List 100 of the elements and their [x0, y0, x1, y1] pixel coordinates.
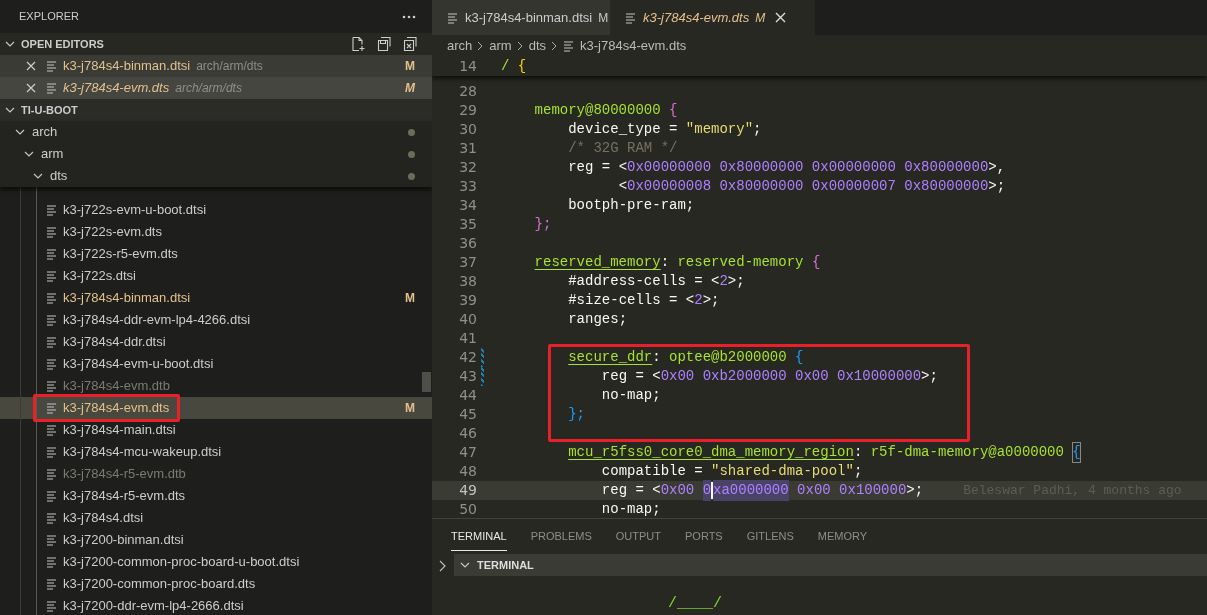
file-lines-icon: [46, 60, 58, 72]
file-lines-icon: [46, 578, 58, 590]
file-item[interactable]: k3-j7200-ddr-evm-lp4-2666.dtsi: [0, 595, 432, 615]
line-number: 39: [458, 291, 477, 310]
line-number: 30: [458, 120, 477, 139]
file-item[interactable]: k3-j722s-evm.dts: [0, 221, 432, 243]
line-number: 32: [458, 158, 477, 177]
more-icon: [402, 14, 416, 19]
file-lines-icon: [46, 336, 58, 348]
sidebar-title: EXPLORER: [19, 9, 79, 25]
file-lines-icon: [563, 40, 576, 52]
file-name: k3-j784s4-binman.dtsi: [63, 57, 191, 76]
modified-label: M: [405, 80, 415, 97]
file-lines-icon: [46, 446, 58, 458]
panel-tab[interactable]: MEMORY: [817, 527, 868, 551]
file-lines-icon: [46, 534, 58, 546]
code-line: reg = <0x00 0 xa0000000 0x00 0x100000>;: [501, 480, 924, 501]
file-item[interactable]: k3-j784s4-ddr-evm-lp4-4266.dtsi: [0, 309, 432, 331]
editor-tab[interactable]: k3-j784s4-evm.dts M: [610, 0, 815, 35]
file-item[interactable]: k3-j784s4-binman.dtsi M: [0, 287, 432, 309]
chevron-right-icon: [439, 560, 447, 572]
panel-tab[interactable]: GITLENS: [746, 527, 794, 551]
code-line: reg = <0x00000000 0x80000000 0x00000000 0x80000000>,: [567, 158, 1006, 177]
code-line: reserved_memory: reserved-memory {: [533, 253, 821, 272]
code-line: reg = <0x00 0xb2000000 0x00 0x10000000>;: [600, 367, 938, 386]
file-item[interactable]: k3-j784s4-evm.dts M: [0, 397, 432, 419]
chevron-right-icon: [477, 41, 485, 51]
line-number: 35: [458, 215, 477, 234]
folder-item[interactable]: arch: [0, 121, 432, 143]
save-all-icon: [376, 36, 392, 52]
file-item[interactable]: k3-j7200-common-proc-board.dts: [0, 573, 432, 595]
code-line: no-map;: [600, 500, 661, 518]
modified-label: M: [405, 400, 415, 417]
file-item[interactable]: k3-j722s.dtsi: [0, 265, 432, 287]
code-line: /* 32G RAM */: [567, 139, 678, 158]
line-number: 48: [458, 462, 477, 481]
line-number: 36: [458, 234, 477, 253]
file-item[interactable]: k3-j784s4.dtsi: [0, 507, 432, 529]
close-icon: [26, 61, 36, 71]
file-lines-icon: [46, 490, 58, 502]
folder-item[interactable]: arm: [0, 143, 432, 165]
file-lines-icon: [46, 314, 58, 326]
file-lines-icon: [46, 424, 58, 436]
line-number: 37: [458, 253, 477, 272]
panel-tab[interactable]: TERMINAL: [451, 527, 507, 551]
section-header[interactable]: OPEN EDITORS: [0, 33, 432, 55]
code-line: / {: [501, 57, 527, 76]
file-item[interactable]: k3-j722s-r5-evm.dts: [0, 243, 432, 265]
breadcrumb-item[interactable]: k3-j784s4-evm.dts: [580, 36, 687, 56]
line-number: 31: [458, 139, 477, 158]
code-line: #size-cells = <2>;: [567, 291, 720, 310]
file-lines-icon: [46, 204, 58, 216]
line-number: 47: [458, 443, 477, 462]
line-number: 46: [458, 424, 477, 443]
file-lines-icon: [46, 292, 58, 304]
line-number: 49: [458, 481, 477, 500]
file-path: arch/arm/dts: [175, 80, 242, 97]
scrollbar-thumb[interactable]: [422, 372, 431, 392]
chevron-right-icon: [516, 41, 524, 51]
file-lines-icon: [46, 270, 58, 282]
breadcrumb-item[interactable]: arm: [489, 36, 512, 56]
section-header[interactable]: TERMINAL: [454, 554, 1207, 576]
file-item[interactable]: k3-j7200-binman.dtsi: [0, 529, 432, 551]
file-item[interactable]: k3-j784s4-main.dtsi: [0, 419, 432, 441]
breadcrumb-item[interactable]: dts: [528, 36, 547, 56]
file-item[interactable]: k3-j784s4-r5-evm.dts: [0, 485, 432, 507]
panel-tab[interactable]: PORTS: [685, 527, 723, 551]
new-file-icon: [350, 36, 366, 52]
line-number: 44: [458, 386, 477, 405]
file-lines-icon: [46, 248, 58, 260]
editor-tab[interactable]: k3-j784s4-binman.dtsi M: [432, 0, 610, 35]
file-item[interactable]: k3-j784s4-evm.dtb: [0, 375, 432, 397]
file-item[interactable]: k3-j7200-common-proc-board-u-boot.dtsi: [0, 551, 432, 573]
line-number: 50: [458, 500, 477, 518]
panel-tab[interactable]: PROBLEMS: [530, 527, 592, 551]
file-item[interactable]: k3-j784s4-ddr.dtsi: [0, 331, 432, 353]
file-item[interactable]: k3-j722s-evm-u-boot.dtsi: [0, 199, 432, 221]
line-number: 33: [458, 177, 477, 196]
breadcrumb-item[interactable]: arch: [447, 36, 473, 56]
open-editor-item[interactable]: k3-j784s4-binman.dtsi arch/arm/dts M: [0, 55, 432, 77]
file-lines-icon: [447, 11, 459, 24]
line-number: 41: [458, 329, 477, 348]
panel-tab[interactable]: OUTPUT: [615, 527, 661, 551]
line-number: 40: [458, 310, 477, 329]
line-number: 34: [458, 196, 477, 215]
section-header[interactable]: TI-U-BOOT: [0, 99, 432, 121]
open-editor-item[interactable]: k3-j784s4-evm.dts arch/arm/dts M: [0, 77, 432, 99]
line-number: 43: [458, 367, 477, 386]
chevron-right-icon: [551, 41, 559, 51]
code-line: <0x00000008 0x80000000 0x00000007 0x80000000>;: [617, 177, 1006, 196]
folder-item[interactable]: dts: [0, 165, 432, 187]
code-line: device_type = "memory";: [567, 120, 762, 139]
file-lines-icon: [625, 11, 637, 24]
close-icon: [26, 83, 36, 93]
file-path: arch/arm/dts: [196, 58, 263, 75]
file-item[interactable]: k3-j784s4-evm-u-boot.dtsi: [0, 353, 432, 375]
file-lines-icon: [46, 358, 58, 370]
tab-label: k3-j784s4-evm.dts: [643, 8, 750, 27]
file-item[interactable]: k3-j784s4-mcu-wakeup.dtsi: [0, 441, 432, 463]
file-item[interactable]: k3-j784s4-r5-evm.dtb: [0, 463, 432, 485]
